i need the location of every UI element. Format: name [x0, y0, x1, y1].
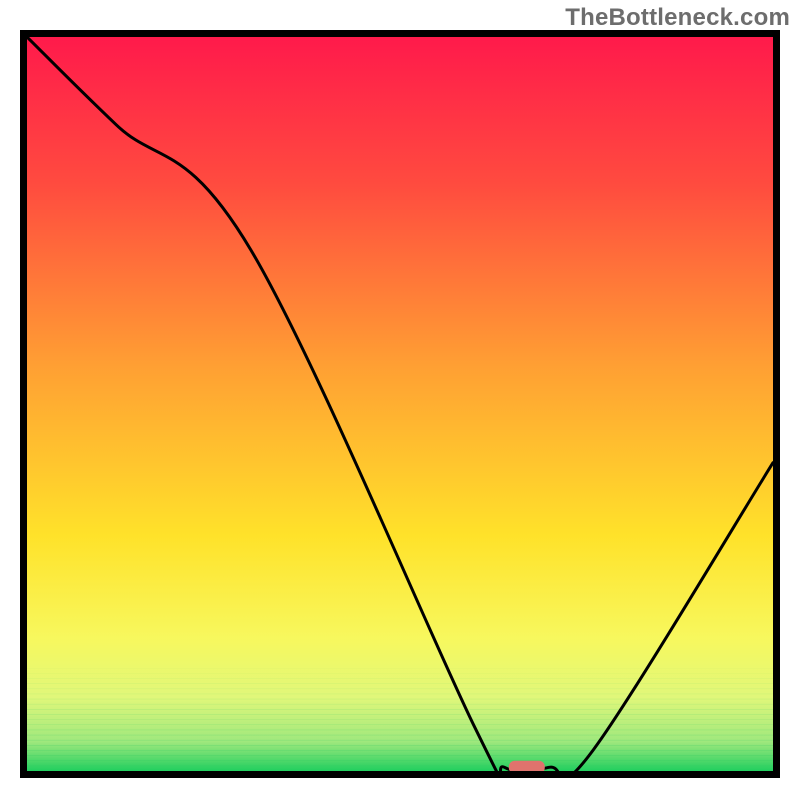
min-marker [27, 37, 773, 771]
watermark-text: TheBottleneck.com [565, 4, 790, 32]
chart-stage: TheBottleneck.com [0, 0, 800, 800]
plot-area [20, 30, 780, 778]
